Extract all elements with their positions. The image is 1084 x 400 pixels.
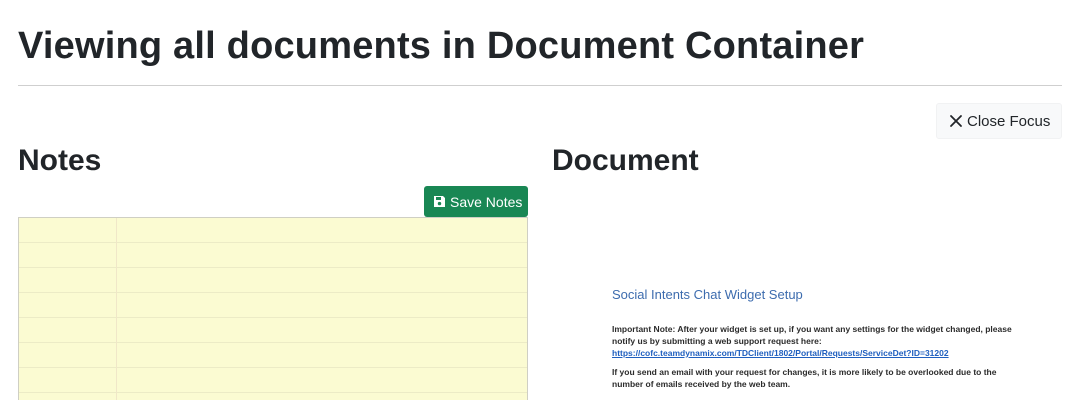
floppy-disk-icon xyxy=(433,195,446,208)
document-title: Document xyxy=(552,144,699,177)
document-important-note: Important Note: After your widget is set… xyxy=(612,323,1012,359)
close-focus-button[interactable]: Close Focus xyxy=(936,103,1062,139)
save-notes-button[interactable]: Save Notes xyxy=(424,186,528,217)
support-request-link[interactable]: https://cofc.teamdynamix.com/TDClient/18… xyxy=(612,347,1012,359)
close-focus-label: Close Focus xyxy=(967,112,1051,130)
notes-textarea[interactable] xyxy=(18,217,528,400)
close-icon xyxy=(948,113,964,129)
document-preview: Social Intents Chat Widget Setup Importa… xyxy=(552,186,1062,400)
document-focus-view: Viewing all documents in Document Contai… xyxy=(0,0,1084,400)
title-divider xyxy=(18,85,1062,86)
document-email-note: If you send an email with your request f… xyxy=(612,367,997,389)
page-title: Viewing all documents in Document Contai… xyxy=(18,25,865,67)
document-heading: Social Intents Chat Widget Setup xyxy=(612,287,803,302)
notes-title: Notes xyxy=(18,144,102,177)
save-notes-label: Save Notes xyxy=(450,193,523,210)
important-note-text: Important Note: After your widget is set… xyxy=(612,324,1012,346)
